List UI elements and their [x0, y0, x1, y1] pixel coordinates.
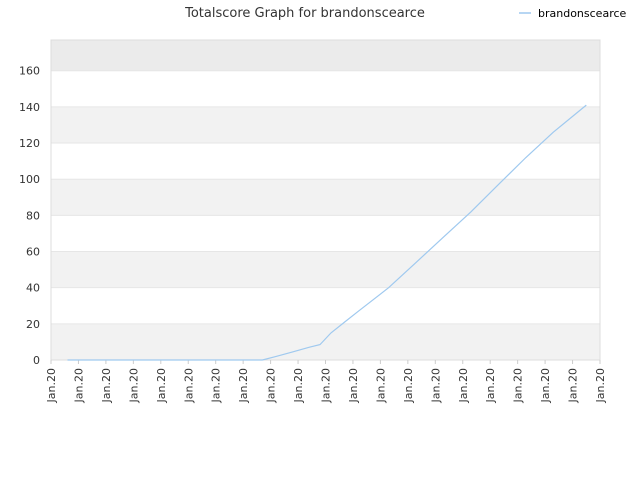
background-band	[51, 323, 600, 360]
x-tick-label: Jan.20	[182, 368, 195, 403]
y-tick-label: 60	[26, 246, 40, 259]
x-tick-label: Jan.20	[512, 368, 525, 403]
y-tick-label: 160	[19, 65, 40, 78]
background-band	[51, 143, 600, 180]
x-tick-label: Jan.20	[72, 368, 85, 403]
y-tick-label: 120	[19, 137, 40, 150]
x-tick-label: Jan.20	[155, 368, 168, 403]
x-tick-label: Jan.20	[100, 368, 113, 403]
legend: brandonscearce	[519, 7, 627, 20]
x-tick-label: Jan.20	[292, 368, 305, 403]
x-tick-label: Jan.20	[429, 368, 442, 403]
y-tick-label: 0	[33, 354, 40, 367]
x-tick-label: Jan.20	[567, 368, 580, 403]
background-band	[51, 287, 600, 324]
x-tick-label: Jan.20	[237, 368, 250, 403]
x-tick-label: Jan.20	[539, 368, 552, 403]
x-tick-label: Jan.20	[594, 368, 607, 403]
chart: 020406080100120140160 Jan.20 Jan.20 Jan.20…	[19, 6, 627, 403]
background-band	[51, 251, 600, 288]
x-tick-label: Jan.20	[374, 368, 387, 403]
x-tick-label: Jan.20	[402, 368, 415, 403]
background-band	[51, 106, 600, 144]
y-tick-label: 100	[19, 173, 40, 186]
chart-title: Totalscore Graph for brandonscearce	[184, 6, 425, 21]
y-tick-label: 80	[26, 209, 40, 222]
x-tick-label: Jan.20	[210, 368, 223, 403]
background-band	[51, 179, 600, 216]
x-axis-ticks: Jan.20 Jan.20 Jan.20 Jan.20 Jan.20 Jan.20 Jan.…	[45, 360, 607, 403]
x-tick-label: Jan.20	[347, 368, 360, 403]
x-tick-label: Jan.20	[45, 368, 58, 403]
x-tick-label: Jan.20	[484, 368, 497, 403]
x-tick-label: Jan.20	[320, 368, 333, 403]
y-tick-label: 40	[26, 282, 40, 295]
x-tick-label: Jan.20	[457, 368, 470, 403]
y-axis-ticks: 0 20 40 60 80 100 120 140 160	[19, 65, 40, 367]
x-tick-label: Jan.20	[265, 368, 278, 403]
y-tick-label: 20	[26, 318, 40, 331]
y-tick-label: 140	[19, 101, 40, 114]
x-tick-label: Jan.20	[127, 368, 140, 403]
background-band	[51, 70, 600, 107]
background-band	[51, 215, 600, 252]
background-band	[51, 40, 600, 71]
legend-label: brandonscearce	[538, 7, 627, 20]
plot-background-bands	[51, 40, 600, 360]
